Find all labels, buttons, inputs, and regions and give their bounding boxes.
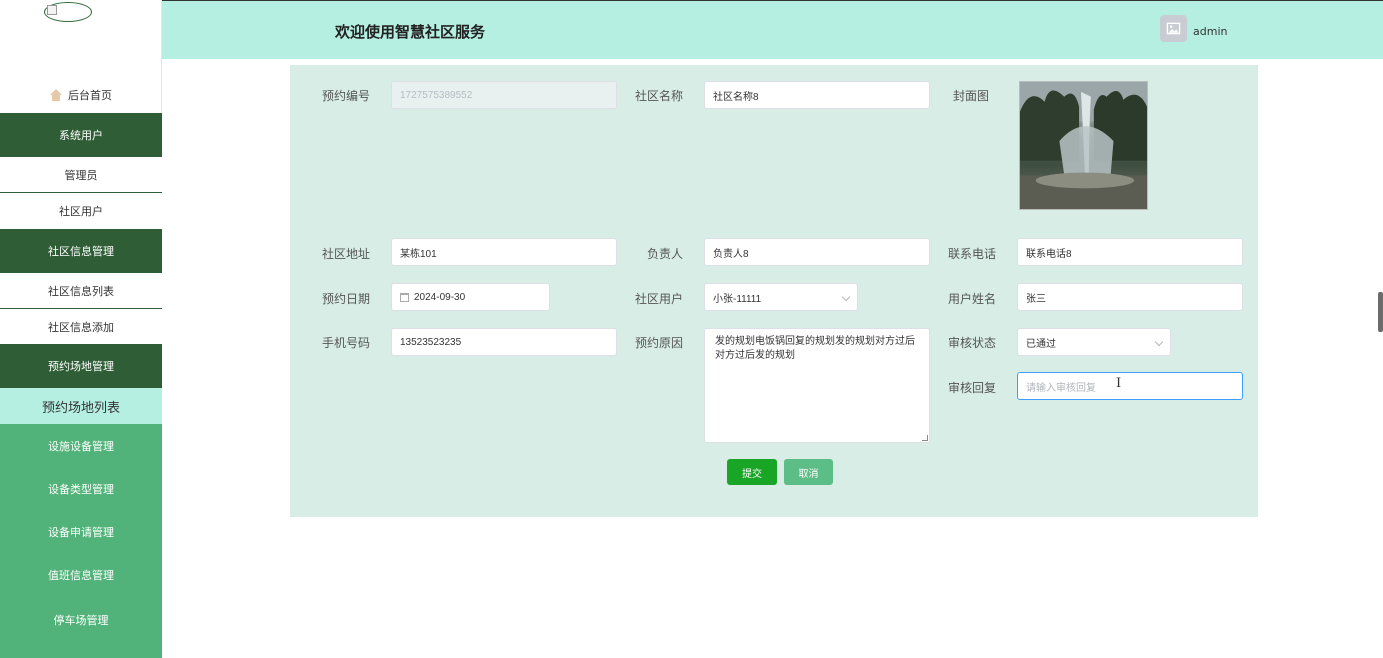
cover-image[interactable] bbox=[1019, 81, 1148, 210]
address-input[interactable]: 某栋101 bbox=[391, 238, 617, 266]
text-cursor-icon: I bbox=[1116, 376, 1122, 391]
booking-no-input: 1727575389552 bbox=[391, 81, 617, 109]
phone-input[interactable]: 联系电话8 bbox=[1017, 238, 1243, 266]
address-label: 社区地址 bbox=[321, 247, 370, 261]
sidebar-item-label: 后台首页 bbox=[68, 89, 112, 102]
sidebar-item-label: 社区信息添加 bbox=[48, 321, 114, 334]
sidebar-item-home[interactable]: 后台首页 bbox=[0, 80, 162, 110]
sidebar-item-community-list[interactable]: 社区信息列表 bbox=[0, 273, 162, 309]
date-label: 预约日期 bbox=[321, 292, 370, 306]
reply-placeholder: 请输入审核回复 bbox=[1026, 382, 1096, 394]
cover-label: 封面图 bbox=[952, 89, 989, 103]
reason-textarea[interactable]: 发的规划电饭锅回复的规划发的规划对方过后对方过后发的规划 bbox=[704, 328, 930, 443]
user-name-input[interactable]: 张三 bbox=[1017, 283, 1243, 311]
manager-input[interactable]: 负责人8 bbox=[704, 238, 930, 266]
booking-form: 预约编号 1727575389552 社区名称 社区名称8 封面图 社区地址 某… bbox=[290, 65, 1258, 517]
submit-button[interactable]: 提交 bbox=[727, 459, 777, 485]
broken-image-icon bbox=[47, 5, 57, 15]
sidebar-item-community-users[interactable]: 社区用户 bbox=[0, 193, 162, 229]
sidebar-group-label: 社区信息管理 bbox=[48, 245, 114, 258]
calendar-icon bbox=[400, 292, 409, 302]
sidebar-item-label: 预约场地列表 bbox=[41, 400, 120, 416]
home-icon bbox=[50, 89, 62, 101]
manager-label: 负责人 bbox=[646, 247, 683, 261]
community-name-label: 社区名称 bbox=[634, 89, 683, 103]
community-name-input[interactable]: 社区名称8 bbox=[704, 81, 930, 109]
resize-handle-icon[interactable] bbox=[922, 435, 928, 441]
sidebar-group-system-users[interactable]: 系统用户 bbox=[0, 113, 162, 157]
status-select[interactable]: 已通过 bbox=[1017, 328, 1171, 356]
sidebar-group-label: 设备申请管理 bbox=[48, 525, 114, 539]
sidebar-item-label: 社区用户 bbox=[59, 205, 103, 218]
chevron-down-icon bbox=[1154, 337, 1164, 347]
cancel-button[interactable]: 取消 bbox=[784, 459, 833, 485]
chevron-down-icon bbox=[841, 292, 851, 302]
app: 后台首页 系统用户 管理员 社区用户 社区信息管理 社区信息列表 社区信息添加 … bbox=[0, 0, 1383, 658]
logo bbox=[44, 2, 92, 22]
sidebar: 后台首页 系统用户 管理员 社区用户 社区信息管理 社区信息列表 社区信息添加 … bbox=[0, 0, 162, 658]
sidebar-group-label: 设备类型管理 bbox=[48, 482, 114, 496]
sidebar-group-device-requests[interactable]: 设备申请管理 bbox=[0, 510, 162, 553]
reason-text: 发的规划电饭锅回复的规划发的规划对方过后对方过后发的规划 bbox=[715, 336, 915, 361]
sidebar-group-device-types[interactable]: 设备类型管理 bbox=[0, 467, 162, 510]
avatar[interactable] bbox=[1160, 15, 1187, 42]
sidebar-group-facilities[interactable]: 设施设备管理 bbox=[0, 424, 162, 467]
sidebar-group-label: 设施设备管理 bbox=[48, 439, 114, 453]
sidebar-item-label: 社区信息列表 bbox=[48, 284, 114, 298]
status-label: 审核状态 bbox=[947, 336, 996, 350]
status-select-value: 已通过 bbox=[1026, 338, 1056, 350]
sidebar-group-label: 停车场管理 bbox=[53, 614, 109, 627]
sidebar-group-venue-booking[interactable]: 预约场地管理 bbox=[0, 344, 162, 388]
page-title: 欢迎使用智慧社区服务 bbox=[335, 23, 486, 41]
reply-input[interactable]: 请输入审核回复 bbox=[1017, 372, 1243, 400]
scrollbar-thumb[interactable] bbox=[1378, 292, 1383, 332]
date-picker[interactable]: 2024-09-30 bbox=[391, 283, 550, 311]
user-select-value: 小张-11111 bbox=[713, 293, 762, 305]
booking-no-label: 预约编号 bbox=[321, 89, 370, 103]
user-label: 社区用户 bbox=[634, 292, 683, 306]
username[interactable]: admin bbox=[1193, 25, 1227, 38]
sidebar-item-admins[interactable]: 管理员 bbox=[0, 157, 162, 193]
fountain-photo bbox=[1020, 82, 1147, 209]
sidebar-item-community-add[interactable]: 社区信息添加 bbox=[0, 309, 162, 345]
sidebar-group-parking[interactable]: 停车场管理 bbox=[0, 596, 162, 658]
reason-label: 预约原因 bbox=[634, 336, 683, 350]
user-select[interactable]: 小张-11111 bbox=[704, 283, 858, 311]
sidebar-item-label: 管理员 bbox=[64, 168, 98, 182]
user-name-label: 用户姓名 bbox=[947, 292, 996, 306]
date-value: 2024-09-30 bbox=[414, 291, 466, 303]
sidebar-group-duty-info[interactable]: 值班信息管理 bbox=[0, 553, 162, 596]
image-icon bbox=[1166, 22, 1181, 35]
sidebar-item-venue-list[interactable]: 预约场地列表 bbox=[0, 388, 162, 424]
phone-label: 联系电话 bbox=[947, 247, 996, 261]
sidebar-group-label: 系统用户 bbox=[59, 129, 103, 142]
mobile-input[interactable]: 13523523235 bbox=[391, 328, 617, 356]
sidebar-group-label: 预约场地管理 bbox=[48, 360, 114, 373]
sidebar-group-label: 值班信息管理 bbox=[48, 568, 114, 582]
sidebar-group-community-info[interactable]: 社区信息管理 bbox=[0, 229, 162, 273]
mobile-label: 手机号码 bbox=[321, 336, 370, 350]
top-header: 欢迎使用智慧社区服务 admin bbox=[162, 0, 1383, 59]
reply-label: 审核回复 bbox=[947, 381, 996, 395]
